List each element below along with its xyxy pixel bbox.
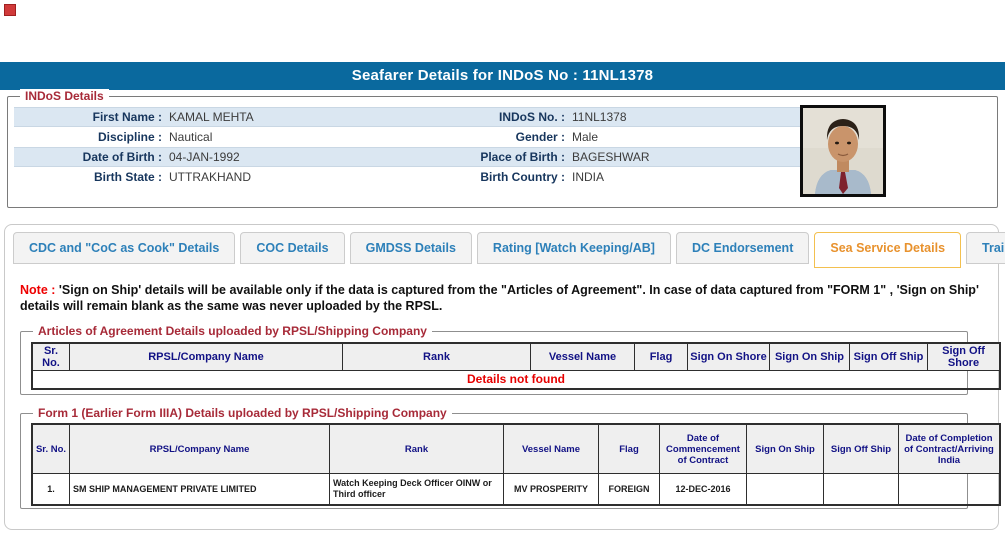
table-header-row: Sr. No. RPSL/Company Name Rank Vessel Name F… <box>31 342 1001 371</box>
form1-legend: Form 1 (Earlier Form IIIA) Details uploa… <box>33 406 452 420</box>
field-label: First Name : <box>92 110 162 124</box>
articles-legend: Articles of Agreement Details uploaded b… <box>33 324 432 338</box>
column-header: Vessel Name <box>503 423 599 474</box>
indos-row: Discipline : Nautical Gender : Male <box>14 127 802 147</box>
indos-rows: First Name : KAMAL MEHTA INDoS No. : 11NL13… <box>14 107 802 187</box>
field-label: INDoS No. : <box>499 110 565 124</box>
tab-gmdss-details[interactable]: GMDSS Details <box>349 232 472 264</box>
indos-row: Date of Birth : 04-JAN-1992 Place of Birth… <box>14 147 802 167</box>
tab-content-panel: CDC and "CoC as Cook" Details COC Details… <box>4 224 1005 530</box>
column-header: Sign Off Ship <box>849 342 928 371</box>
column-header: Sr. No. <box>31 423 70 474</box>
column-header: Sign On Shore <box>687 342 770 371</box>
column-header: Sign Off Shore <box>927 342 1001 371</box>
column-header: RPSL/Company Name <box>69 342 343 371</box>
field-value: KAMAL MEHTA <box>169 110 254 124</box>
table-header-row: Sr. No. RPSL/Company Name Rank Vessel Name F… <box>31 423 1001 474</box>
field-value: UTTRAKHAND <box>169 170 252 184</box>
table-cell: MV PROSPERITY <box>503 473 599 506</box>
note-label: Note : <box>20 283 56 297</box>
articles-of-agreement-fieldset: Articles of Agreement Details uploaded b… <box>20 324 1001 395</box>
note-body: 'Sign on Ship' details will be available… <box>20 283 979 313</box>
empty-row: Details not found <box>31 370 1001 390</box>
field-label: Birth State : <box>93 170 162 184</box>
seafarer-photo <box>800 105 886 197</box>
field-value: INDIA <box>572 170 605 184</box>
column-header: Vessel Name <box>530 342 635 371</box>
tab-coc-details[interactable]: COC Details <box>240 232 345 264</box>
field-value: Nautical <box>169 130 213 144</box>
column-header: Sign On Ship <box>769 342 850 371</box>
articles-table: Sr. No. RPSL/Company Name Rank Vessel Name F… <box>31 342 1001 390</box>
details-not-found-message: Details not found <box>31 370 1001 390</box>
page-title: Seafarer Details for INDoS No : 11NL1378 <box>0 62 1005 90</box>
column-header: Flag <box>598 423 660 474</box>
column-header: Sign Off Ship <box>823 423 899 474</box>
portrait-graphic <box>803 108 883 194</box>
indos-row: First Name : KAMAL MEHTA INDoS No. : 11NL13… <box>14 107 802 127</box>
column-header: Date of Commencement of Contract <box>659 423 747 474</box>
tab-strip: CDC and "CoC as Cook" Details COC Details… <box>13 232 1005 268</box>
table-cell <box>823 473 899 506</box>
field-label: Gender : <box>515 130 565 144</box>
table-cell: Watch Keeping Deck Officer OINW or Third… <box>329 473 504 506</box>
table-cell <box>746 473 824 506</box>
broken-image-icon <box>4 4 16 16</box>
table-cell: 12-DEC-2016 <box>659 473 747 506</box>
tab-rating-watch-keeping-ab[interactable]: Rating [Watch Keeping/AB] <box>476 232 671 264</box>
indos-details-fieldset: INDoS Details First Name : KAMAL MEHTA IND… <box>7 89 998 208</box>
column-header: RPSL/Company Name <box>69 423 330 474</box>
field-label: Discipline : <box>97 130 162 144</box>
field-label: Place of Birth : <box>480 150 565 164</box>
field-value: 11NL1378 <box>572 110 627 124</box>
tab-dc-endorsement[interactable]: DC Endorsement <box>675 232 810 264</box>
column-header: Rank <box>329 423 504 474</box>
column-header: Sign On Ship <box>746 423 824 474</box>
column-header: Sr. No. <box>31 342 70 371</box>
field-value: 04-JAN-1992 <box>169 150 240 164</box>
column-header: Rank <box>342 342 531 371</box>
table-cell: FOREIGN <box>598 473 660 506</box>
indos-details-legend: INDoS Details <box>20 89 109 103</box>
tab-training-details[interactable]: Training Details <box>966 232 1005 264</box>
table-cell <box>898 473 1001 506</box>
tab-sea-service-details[interactable]: Sea Service Details <box>814 232 962 268</box>
field-label: Birth Country : <box>480 170 565 184</box>
column-header: Flag <box>634 342 688 371</box>
table-cell: SM SHIP MANAGEMENT PRIVATE LIMITED <box>69 473 330 506</box>
note-text: Note : 'Sign on Ship' details will be av… <box>20 282 982 314</box>
field-value: Male <box>572 130 599 144</box>
table-row: 1. SM SHIP MANAGEMENT PRIVATE LIMITED Watc… <box>31 473 1001 506</box>
form1-details-fieldset: Form 1 (Earlier Form IIIA) Details uploa… <box>20 406 1001 509</box>
field-label: Date of Birth : <box>82 150 162 164</box>
table-cell: 1. <box>31 473 70 506</box>
column-header: Date of Completion of Contract/Arriving … <box>898 423 1001 474</box>
field-value: BAGESHWAR <box>572 150 650 164</box>
tab-cdc-and-coc-as-cook-details[interactable]: CDC and "CoC as Cook" Details <box>13 232 236 264</box>
form1-table: Sr. No. RPSL/Company Name Rank Vessel Name F… <box>31 423 1001 506</box>
indos-row: Birth State : UTTRAKHAND Birth Country : IN… <box>14 167 802 187</box>
